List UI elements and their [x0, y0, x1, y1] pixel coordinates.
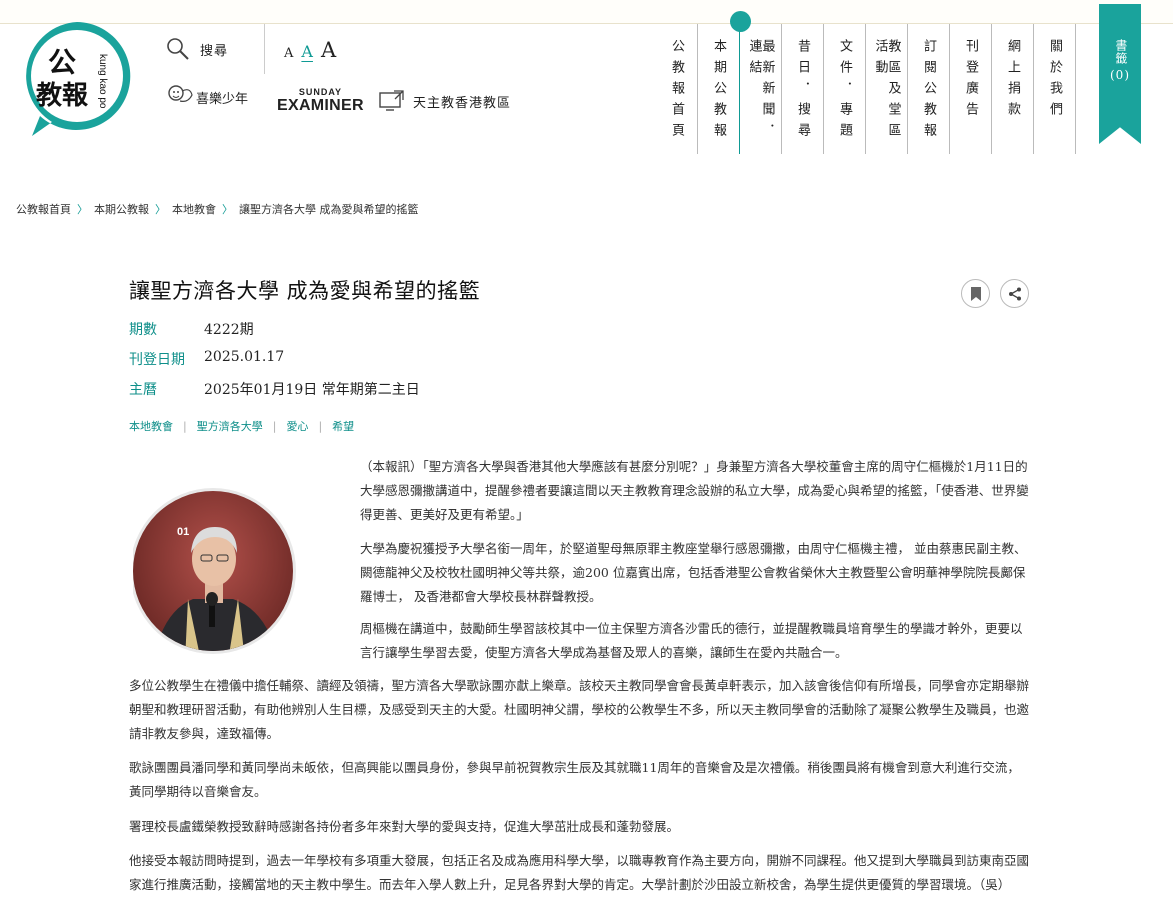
chevron-right-icon: 〉: [155, 203, 166, 216]
meta-key: 主曆: [129, 382, 157, 398]
nav-item-archive-search[interactable]: 昔日．搜尋: [782, 24, 824, 154]
nav-item-current-issue[interactable]: 本期公教報: [698, 11, 751, 154]
article: 讓聖方濟各大學 成為愛與希望的搖籃 期數 4222期 刊登日期 2025.01.…: [129, 275, 1030, 892]
nav-label: 教區及堂區活動: [872, 39, 901, 144]
font-size-switcher: A A A: [284, 38, 336, 62]
top-strip: [0, 0, 1173, 24]
site-logo[interactable]: 公 教報 kung kao po: [18, 16, 136, 138]
examiner-top-text: SUNDAY: [298, 87, 343, 97]
article-paragraph: 周樞機在講道中，鼓勵師生學習該校其中一位主保聖方濟各沙雷氏的德行，並提醒教職員培…: [360, 621, 1023, 660]
joyteen-label: 喜樂少年: [196, 91, 249, 107]
breadcrumb-item[interactable]: 公教報首頁: [16, 201, 71, 217]
search-label: 搜尋: [200, 43, 229, 59]
article-paragraph: 大學為慶祝獲授予大學名銜一周年，於堅道聖母無原罪主教座堂舉行感恩彌撒，由周守仁樞…: [360, 541, 1027, 604]
nav-label: 本期公教報: [711, 39, 726, 144]
svg-text:kung kao po: kung kao po: [97, 54, 108, 109]
article-paragraph: （本報訊）「聖方濟各大學與香港其他大學應該有甚麼分別呢？」身兼聖方濟各大學校董會…: [360, 459, 1029, 522]
search-icon: [167, 38, 189, 60]
nav-label: 文件．專題: [837, 39, 852, 144]
meta-value: 2025.01.17: [204, 349, 285, 365]
nav-label: 關於我們: [1047, 39, 1062, 123]
article-title: 讓聖方濟各大學 成為愛與希望的搖籃: [129, 279, 481, 303]
article-paragraph: 他接受本報訪問時提到，過去一年學校有多項重大發展，包括正名及成為應用科學大學，以…: [129, 853, 1030, 892]
meta-key: 期數: [129, 322, 157, 338]
nav-item-donate[interactable]: 網上捐款: [992, 24, 1034, 154]
search-tool[interactable]: 搜尋: [166, 37, 228, 61]
tag-link[interactable]: 本地教會: [129, 418, 173, 434]
diocese-label: 天主教香港教區: [413, 95, 512, 111]
meta-publish-date: 刊登日期 2025.01.17: [129, 349, 284, 369]
meta-key: 刊登日期: [129, 352, 185, 368]
breadcrumb-item[interactable]: 本期公教報: [94, 201, 149, 217]
article-paragraph: 歌詠團團員潘同學和黃同學尚未皈依，但高興能以團員身份，參與早前祝賀教宗生辰及其就…: [129, 760, 1020, 799]
nav-item-about[interactable]: 關於我們: [1034, 24, 1076, 154]
breadcrumb: 公教報首頁 〉 本期公教報 〉 本地教會 〉 讓聖方濟各大學 成為愛與希望的搖籃: [16, 201, 419, 217]
meta-issue: 期數 4222期: [129, 319, 254, 339]
sunday-examiner-link[interactable]: SUNDAY EXAMINER: [277, 88, 364, 114]
nav-label: 公教報首頁: [669, 39, 684, 144]
nav-label: 刊登廣告: [963, 39, 978, 123]
nav-item-subscribe[interactable]: 訂閱公教報: [908, 24, 950, 154]
nav-label: 昔日．搜尋: [795, 39, 810, 144]
article-paragraph: 署理校長盧鐵榮教授致辭時感謝各持份者多年來對大學的愛與支持，促進大學茁壯成長和蓬…: [129, 819, 680, 834]
chevron-right-icon: 〉: [77, 203, 88, 216]
nav-label: 訂閱公教報: [921, 39, 936, 144]
bookmark-icon: [970, 286, 981, 301]
diocese-link[interactable]: 天主教香港教區: [379, 90, 511, 112]
font-size-large-button[interactable]: A: [321, 38, 336, 62]
share-icon: [1008, 287, 1021, 300]
joyteen-logo-icon: [168, 85, 193, 102]
nav-item-parish-events[interactable]: 教區及堂區活動: [866, 24, 908, 154]
breadcrumb-current: 讓聖方濟各大學 成為愛與希望的搖籃: [239, 203, 419, 216]
chevron-right-icon: 〉: [222, 203, 233, 216]
nav-item-documents[interactable]: 文件．專題: [824, 24, 866, 154]
nav-item-latest-news[interactable]: 最新新聞．連結: [740, 24, 782, 154]
svg-text:教報: 教報: [36, 81, 89, 111]
main-nav: 公教報首頁 本期公教報 最新新聞．連結 昔日．搜尋 文件．專題 教區及堂區活動 …: [656, 11, 1076, 156]
tag-link[interactable]: 希望: [332, 418, 354, 434]
share-button[interactable]: [1000, 279, 1029, 308]
photo-label: 01: [177, 526, 189, 538]
meta-liturgical-date: 主曆 2025年01月19日 常年期第二主日: [129, 379, 420, 399]
tag-divider: |: [272, 419, 277, 433]
tag-link[interactable]: 愛心: [286, 418, 308, 434]
toolbar-divider: [264, 24, 265, 74]
bookmarks-tab[interactable]: 書籤 (0): [1099, 4, 1141, 144]
meta-value: 2025年01月19日 常年期第二主日: [204, 382, 420, 398]
external-screen-icon: [379, 90, 404, 111]
font-size-small-button[interactable]: A: [284, 46, 293, 61]
meta-value: 4222期: [204, 322, 254, 338]
article-paragraph: 多位公教學生在禮儀中擔任輔祭、讀經及領禱，聖方濟各大學歌詠團亦獻上樂章。該校天主…: [129, 678, 1030, 741]
bookmarks-count: (0): [1110, 68, 1130, 82]
svg-text:公: 公: [48, 46, 76, 79]
font-size-medium-button[interactable]: A: [301, 42, 313, 61]
nav-item-home[interactable]: 公教報首頁: [656, 24, 698, 154]
breadcrumb-item[interactable]: 本地教會: [172, 201, 216, 217]
nav-label: 最新新聞．連結: [746, 39, 775, 144]
tag-divider: |: [318, 419, 323, 433]
tag-link[interactable]: 聖方濟各大學: [197, 418, 263, 434]
tag-divider: |: [183, 419, 187, 433]
tag-list: 本地教會 | 聖方濟各大學 | 愛心 | 希望: [129, 418, 354, 434]
article-photo[interactable]: 01: [130, 461, 297, 669]
bookmarks-label: 書籤: [1113, 39, 1128, 65]
joyteen-link[interactable]: 喜樂少年: [166, 83, 248, 111]
nav-label: 網上捐款: [1005, 39, 1020, 123]
bookmark-button[interactable]: [961, 279, 990, 308]
examiner-main-text: EXAMINER: [277, 97, 364, 114]
nav-item-advertise[interactable]: 刊登廣告: [950, 24, 992, 154]
